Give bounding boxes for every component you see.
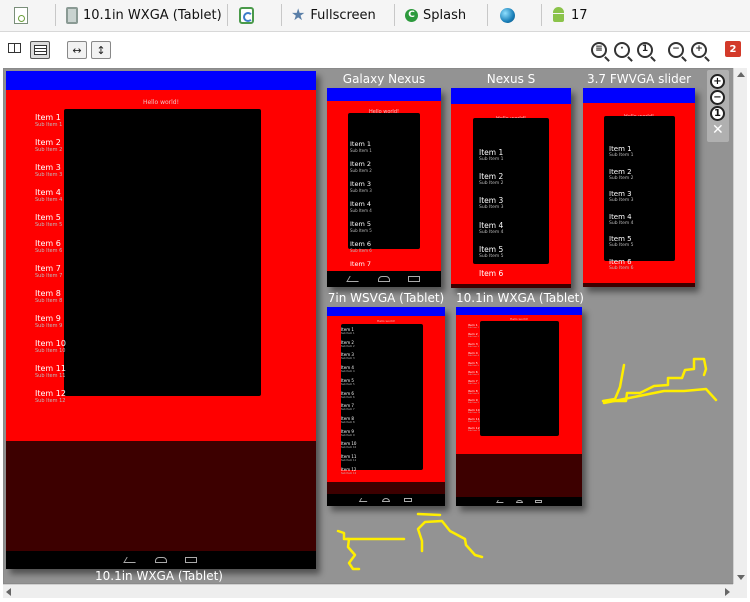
zoom-in-icon[interactable]: + — [691, 42, 707, 58]
horizontal-arrows-icon: ↔ — [72, 43, 82, 57]
zoom-actual-icon[interactable]: · — [614, 42, 630, 58]
expand-vertical-button[interactable]: ↕ — [91, 41, 111, 59]
layout-columns-button[interactable] — [8, 43, 21, 53]
layout-actions-bar: ↔ ↕ ≡ · 1 − + 2 — [0, 33, 750, 67]
theme-dropdown[interactable]: ★ Fullscreen — [291, 4, 376, 26]
close-icon[interactable]: ✕ — [712, 122, 724, 138]
toolbar-divider — [55, 4, 56, 26]
palette-zoom-reset-icon[interactable]: 1 — [710, 106, 725, 121]
rows-icon — [33, 45, 47, 55]
scrollbar-corner — [733, 584, 747, 598]
api-level-label: 17 — [571, 7, 588, 23]
theme-label: Fullscreen — [310, 7, 376, 23]
zoom-out-icon[interactable]: − — [668, 42, 684, 58]
vertical-scrollbar[interactable] — [733, 68, 747, 584]
rotate-icon — [239, 6, 254, 24]
layout-canvas[interactable]: Hello world! Item 1 Sub Item 1 Item 2 Sub I… — [3, 68, 746, 584]
toolbar-divider — [227, 4, 228, 26]
palette-zoom-out-icon[interactable]: − — [710, 90, 725, 105]
scroll-left-icon[interactable] — [6, 588, 11, 596]
scroll-down-icon[interactable] — [737, 575, 745, 580]
orientation-button[interactable] — [239, 4, 254, 26]
yellow-scribbles — [336, 357, 718, 571]
zoom-to-fit-icon[interactable]: ≡ — [591, 42, 607, 58]
columns-icon — [8, 43, 21, 53]
toolbar-divider — [394, 4, 395, 26]
scroll-up-icon[interactable] — [737, 72, 745, 77]
scroll-right-icon[interactable] — [725, 588, 730, 596]
api-level-dropdown[interactable]: 17 — [551, 4, 588, 26]
toolbar-divider — [487, 4, 488, 26]
zoom-100-icon[interactable]: 1 — [637, 42, 653, 58]
layout-toolbar: 10.1in WXGA (Tablet) ★ Fullscreen C Spla… — [0, 0, 750, 32]
zoom-palette: + − 1 ✕ — [707, 70, 729, 142]
android-icon — [551, 7, 566, 23]
config-chooser[interactable] — [14, 4, 28, 26]
globe-icon — [500, 7, 515, 23]
toolbar-divider — [541, 4, 542, 26]
horizontal-scrollbar[interactable] — [3, 584, 733, 598]
tablet-icon — [66, 6, 78, 24]
star-icon: ★ — [291, 5, 306, 24]
expand-horizontal-button[interactable]: ↔ — [67, 41, 87, 59]
device-label: 10.1in WXGA (Tablet) — [83, 7, 222, 23]
locale-dropdown[interactable] — [500, 4, 515, 26]
activity-dropdown[interactable]: C Splash — [405, 4, 466, 26]
activity-label: Splash — [423, 7, 467, 23]
device-dropdown[interactable]: 10.1in WXGA (Tablet) — [66, 4, 222, 26]
vertical-arrows-icon: ↕ — [96, 43, 106, 57]
splash-icon: C — [405, 8, 418, 22]
error-badge[interactable]: 2 — [725, 41, 741, 57]
palette-zoom-in-icon[interactable]: + — [710, 74, 725, 89]
toolbar-divider — [281, 4, 282, 26]
layout-rows-button[interactable] — [30, 41, 50, 59]
document-icon — [14, 6, 28, 24]
